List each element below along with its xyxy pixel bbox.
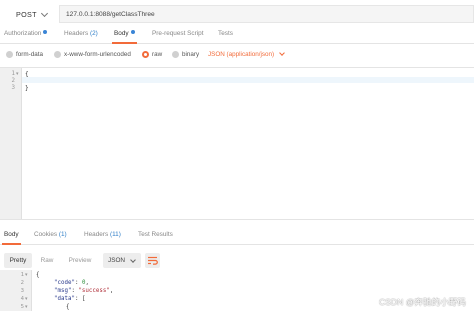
tab-count: (1) <box>58 231 67 238</box>
mode-preview[interactable]: Preview <box>62 253 98 268</box>
tab-label: Headers <box>64 30 89 37</box>
json-colon: : <box>74 296 82 302</box>
watermark: CSDN @奔驰的小野码 <box>378 297 466 307</box>
response-gutter: 1 ▾ 2 3 4 ▾ 5 ▾ <box>0 270 32 311</box>
response-body-viewer[interactable]: 1 ▾ 2 3 4 ▾ 5 ▾ { "code": 0, "msg": "suc… <box>0 270 474 311</box>
wrap-lines-icon <box>148 256 158 265</box>
radio-label: x-www-form-urlencoded <box>64 51 131 58</box>
response-format-select[interactable]: JSON <box>103 253 141 268</box>
line-number: 5 <box>20 304 24 310</box>
line-number: 1 <box>20 272 24 278</box>
json-comma: , <box>85 280 89 286</box>
tab-response-headers[interactable]: Headers (11) <box>84 231 121 245</box>
json-key: "msg" <box>54 288 72 294</box>
json-brace: { <box>66 304 70 310</box>
tab-count: (2) <box>89 30 98 37</box>
tab-authorization[interactable]: Authorization <box>4 30 48 44</box>
json-colon: : <box>74 280 82 286</box>
method-label: POST <box>16 9 37 19</box>
request-tabs: Authorization Headers (2) Body Pre-reque… <box>0 28 474 44</box>
json-key: "code" <box>54 280 75 286</box>
tab-label: Tests <box>218 30 233 37</box>
line-number: 3 <box>20 288 24 294</box>
radio-urlencoded[interactable] <box>54 51 61 58</box>
code-line: { <box>66 304 70 310</box>
radio-label: form-data <box>16 51 43 58</box>
tab-pre-request-script[interactable]: Pre-request Script <box>152 30 204 44</box>
response-toolbar: Pretty Raw Preview JSON <box>0 251 474 269</box>
json-string: "success" <box>78 288 110 294</box>
code-line: { <box>25 71 29 78</box>
url-input[interactable]: 127.0.0.1:8088/getClassThree <box>59 5 474 23</box>
code-line: "msg": "success", <box>54 288 113 294</box>
status-dot-icon <box>43 30 48 34</box>
response-tabs: Body Cookies (1) Headers (11) Test Resul… <box>0 229 474 245</box>
tab-test-results[interactable]: Test Results <box>138 231 173 245</box>
tab-label: Test Results <box>138 231 173 238</box>
json-comma: , <box>109 288 114 294</box>
radio-form-data[interactable] <box>6 51 13 58</box>
json-bracket: [ <box>81 296 86 302</box>
tab-label: Body <box>114 30 129 37</box>
chevron-down-icon <box>40 9 49 18</box>
tab-label: Authorization <box>4 30 42 37</box>
radio-raw[interactable] <box>142 51 149 58</box>
code-line: "data": [ <box>54 296 85 302</box>
mode-raw[interactable]: Raw <box>34 253 60 268</box>
json-brace: { <box>36 272 40 278</box>
tab-count: (11) <box>109 231 121 238</box>
chevron-down-icon <box>130 257 136 263</box>
method-select[interactable]: POST <box>4 6 56 22</box>
json-key: "data" <box>54 296 75 302</box>
status-dot-icon <box>130 30 135 34</box>
tab-response-body[interactable]: Body <box>2 231 21 245</box>
radio-binary[interactable] <box>172 51 179 58</box>
tab-tests[interactable]: Tests <box>218 30 233 44</box>
tab-body[interactable]: Body <box>112 30 137 44</box>
fold-arrow-icon[interactable]: ▾ <box>16 71 19 77</box>
line-number: 2 <box>20 280 24 286</box>
active-line-highlight <box>22 77 474 83</box>
tab-label: Cookies <box>34 231 58 238</box>
fold-arrow-icon[interactable]: ▾ <box>25 272 28 278</box>
line-number: 3 <box>11 85 16 91</box>
code-line: "code": 0, <box>54 280 89 286</box>
tab-label: Body <box>4 231 19 238</box>
body-type-row: form-data x-www-form-urlencoded raw bina… <box>0 46 474 64</box>
line-number: 2 <box>11 78 16 84</box>
line-number: 4 <box>20 296 24 302</box>
tab-cookies[interactable]: Cookies (1) <box>34 231 67 245</box>
content-type-select[interactable]: JSON (application/json) <box>208 51 274 58</box>
wrap-lines-button[interactable] <box>145 253 160 268</box>
tab-label: Pre-request Script <box>152 30 204 37</box>
request-bar: POST 127.0.0.1:8088/getClassThree <box>0 0 474 28</box>
code-line: } <box>25 85 29 92</box>
tab-headers[interactable]: Headers (2) <box>64 30 98 44</box>
url-text: 127.0.0.1:8088/getClassThree <box>66 10 155 18</box>
fold-arrow-icon[interactable]: ▾ <box>25 304 28 310</box>
radio-label: binary <box>182 51 200 58</box>
radio-label: raw <box>152 51 163 58</box>
chevron-down-icon <box>279 50 285 56</box>
fold-arrow-icon[interactable]: ▾ <box>25 296 28 302</box>
editor-gutter: 1 ▾ 2 3 <box>0 68 22 219</box>
code-line: { <box>36 272 40 278</box>
tab-label: Headers <box>84 231 109 238</box>
request-body-editor[interactable]: 1 ▾ 2 3 { } <box>0 67 474 220</box>
mode-pretty[interactable]: Pretty <box>4 253 32 268</box>
format-label: JSON <box>108 257 126 264</box>
line-number: 1 <box>11 71 16 77</box>
